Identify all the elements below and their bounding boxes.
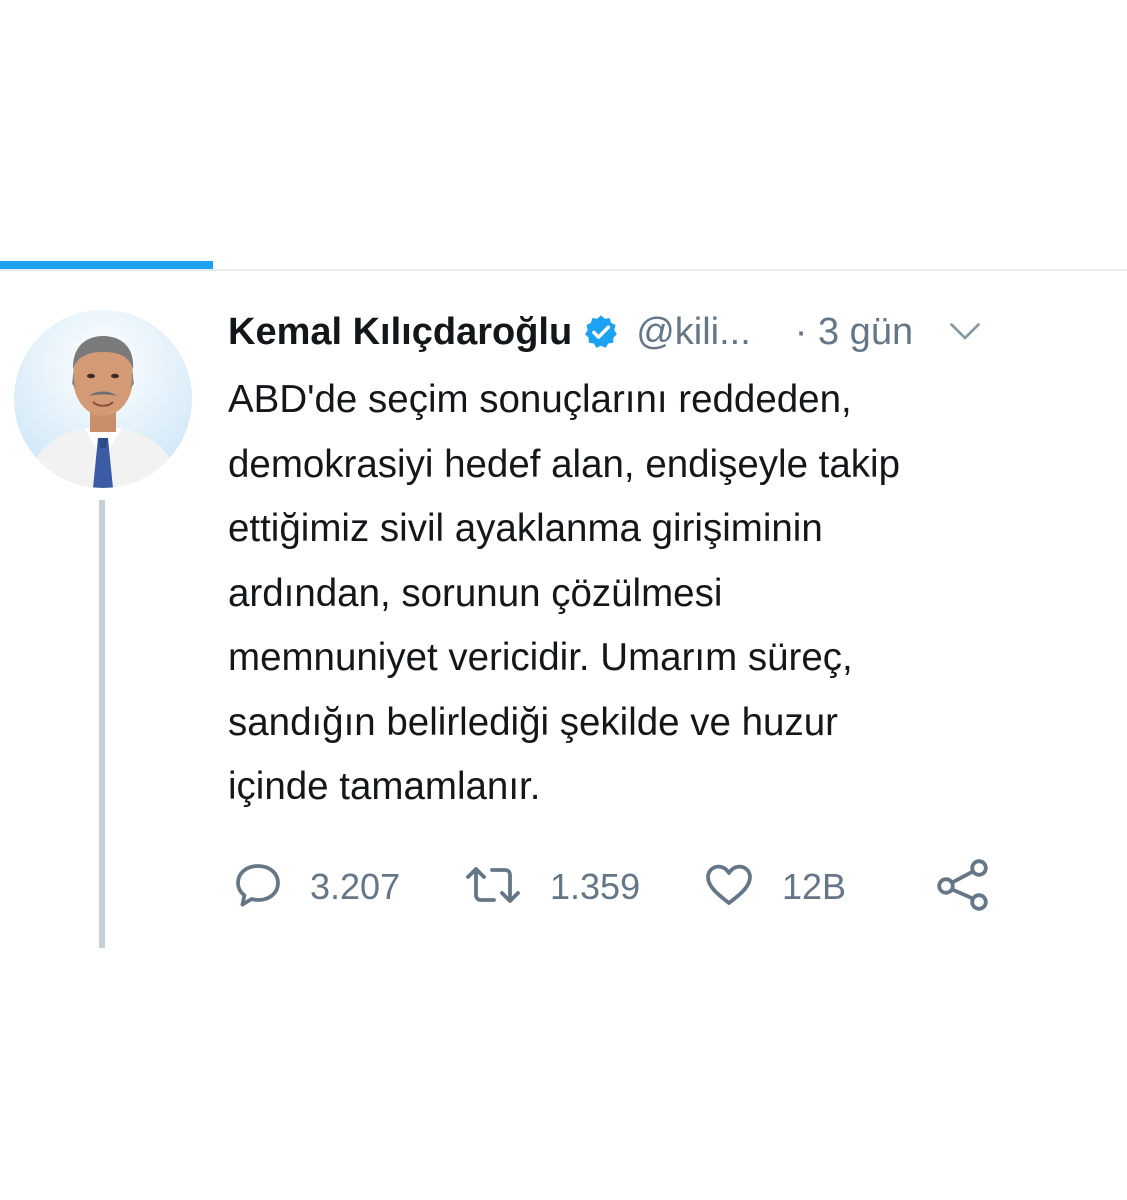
heart-icon <box>702 859 756 916</box>
tweet-screen: Kemal Kılıçdaroğlu @kili... · 3 gün ABD'… <box>0 0 1127 1200</box>
share-button[interactable] <box>934 856 992 918</box>
avatar[interactable] <box>14 310 192 488</box>
avatar-portrait <box>14 310 192 488</box>
tweet-action-bar: 3.207 1.359 12B <box>228 856 1098 918</box>
tweet-header: Kemal Kılıçdaroğlu @kili... · 3 gün <box>228 306 1118 358</box>
author-handle[interactable]: @kili... <box>636 311 751 354</box>
retweet-button[interactable]: 1.359 <box>462 856 640 918</box>
like-count: 12B <box>782 866 847 907</box>
retweet-count: 1.359 <box>550 866 641 907</box>
chevron-down-icon[interactable] <box>947 314 983 350</box>
share-icon <box>934 858 992 917</box>
thread-connector-line <box>99 500 105 948</box>
tweet-text: ABD'de seçim sonuçlarını reddeden, demok… <box>228 378 901 808</box>
divider <box>0 269 1127 271</box>
active-tab-indicator <box>0 261 213 269</box>
like-button[interactable]: 12B <box>702 856 846 918</box>
reply-count: 3.207 <box>310 866 401 907</box>
tweet-timestamp[interactable]: · 3 gün <box>795 311 913 354</box>
verified-badge-icon <box>582 313 620 351</box>
reply-button[interactable]: 3.207 <box>232 856 400 918</box>
author-display-name[interactable]: Kemal Kılıçdaroğlu <box>228 311 572 354</box>
reply-bubble-icon <box>232 859 284 916</box>
retweet-icon <box>462 859 524 916</box>
